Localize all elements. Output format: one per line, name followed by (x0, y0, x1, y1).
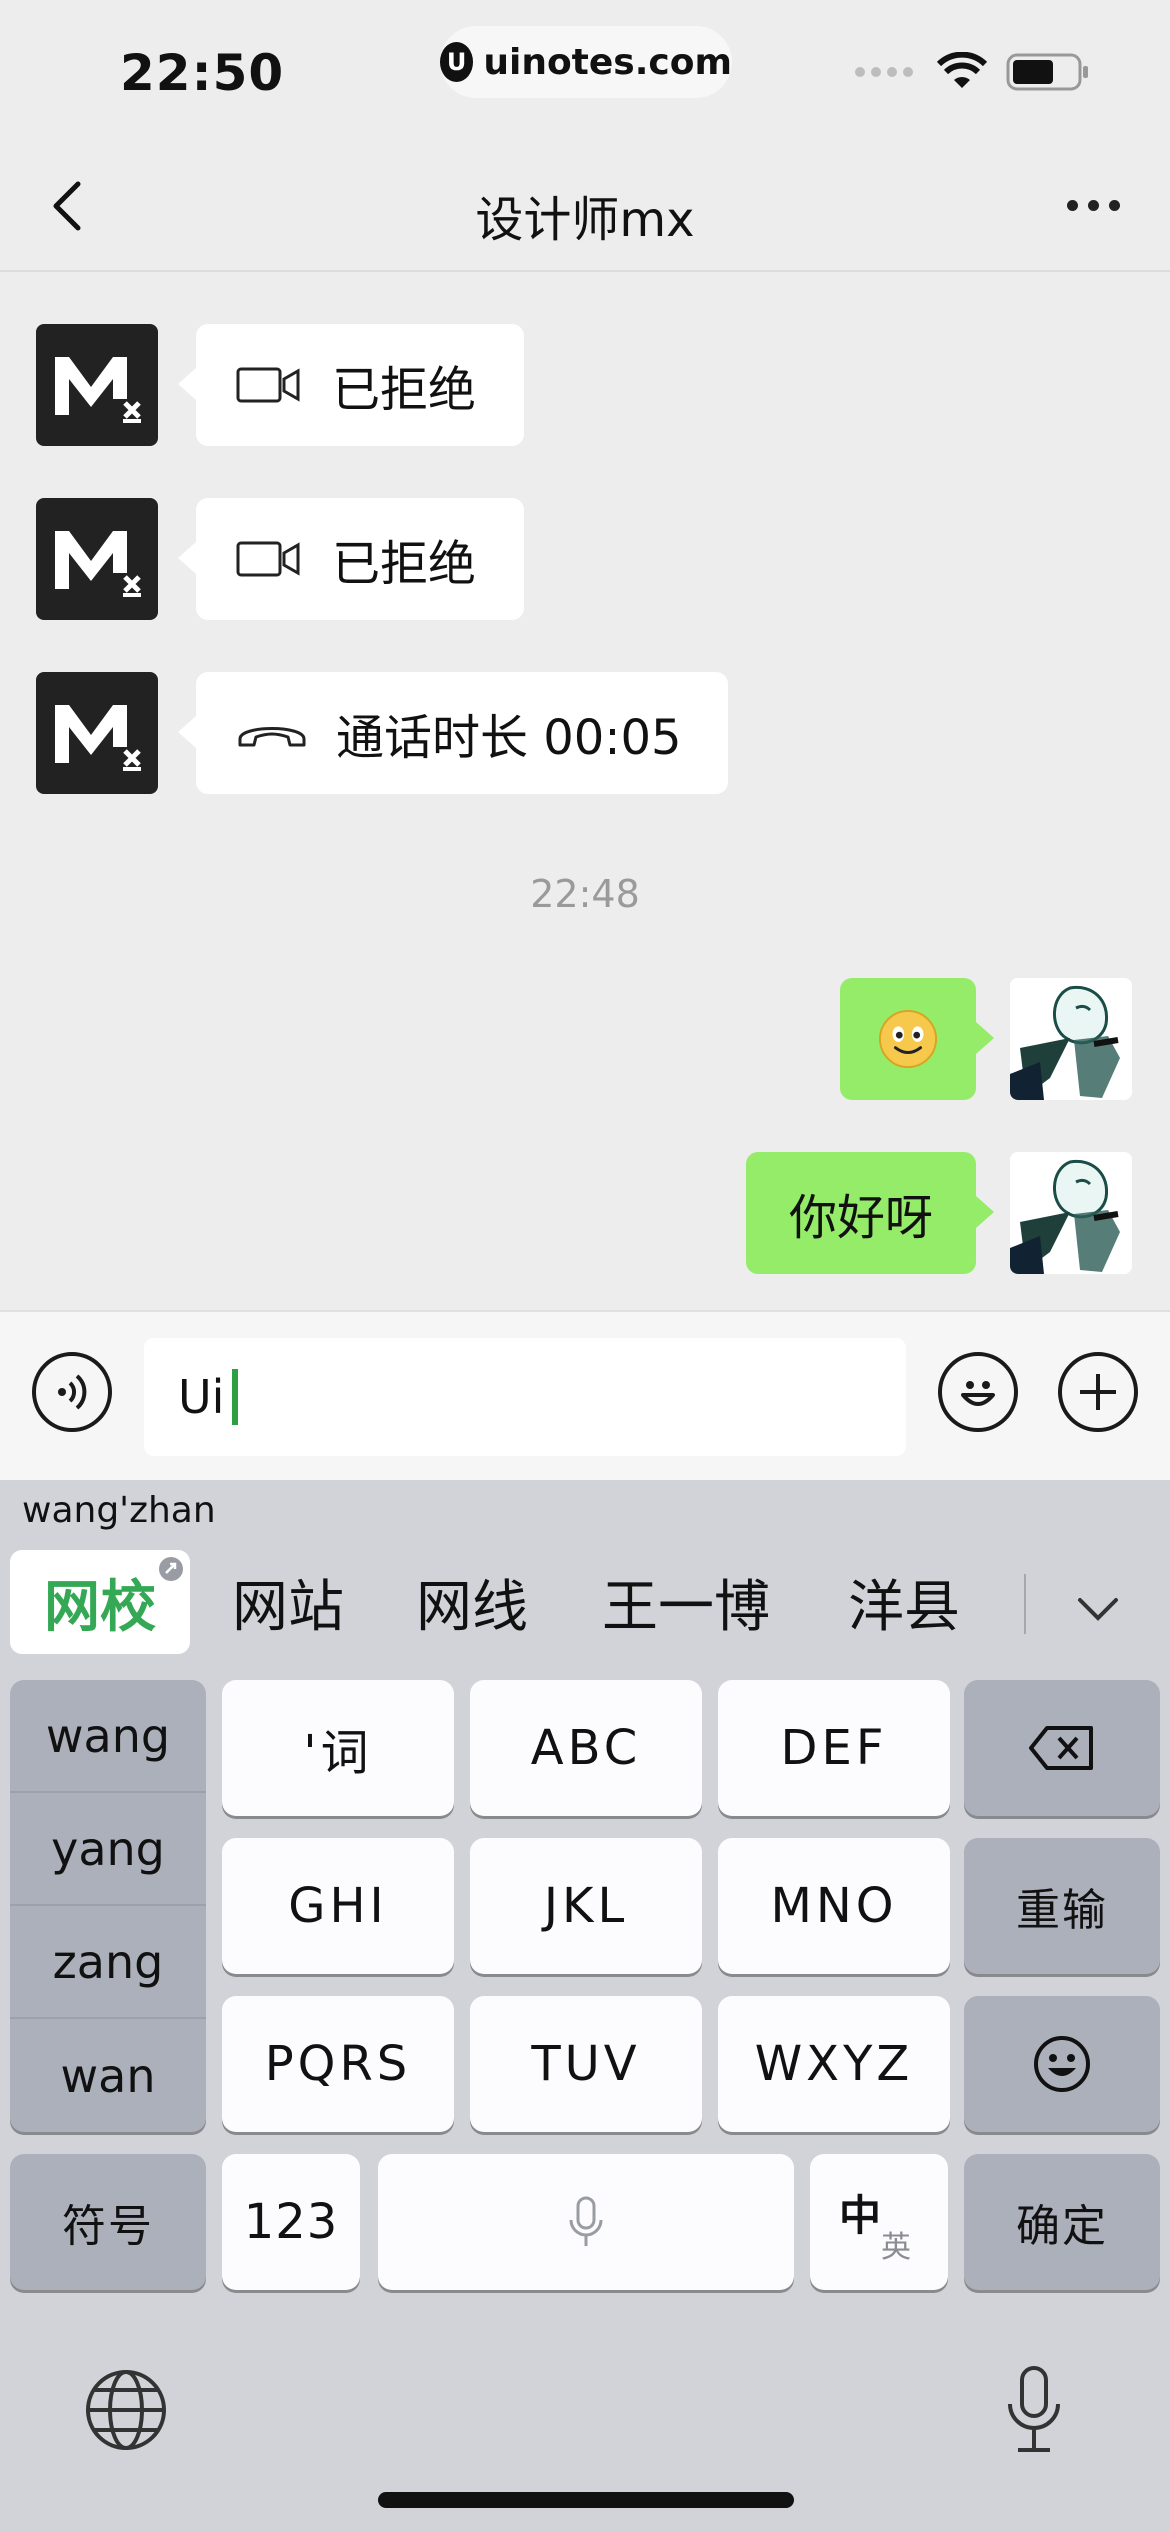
home-indicator[interactable] (378, 2492, 794, 2508)
symbols-key[interactable]: 符号 (10, 2154, 206, 2290)
message-input[interactable]: Ui (144, 1338, 906, 1456)
emoji-key[interactable] (964, 1996, 1160, 2132)
mx-logo-icon (55, 531, 141, 597)
candidate-divider (1024, 1574, 1026, 1634)
cloud-candidate-icon (159, 1557, 183, 1581)
backspace-key[interactable] (964, 1680, 1160, 1816)
space-key[interactable] (378, 2154, 794, 2290)
chat-timestamp: 22:48 (530, 872, 640, 916)
microphone-icon (569, 2196, 603, 2246)
my-avatar[interactable] (1010, 1152, 1132, 1274)
zh-en-switch-icon: 中 英 (839, 2191, 911, 2265)
video-call-icon (236, 367, 300, 403)
candidate-item[interactable]: 王一博 (602, 1550, 770, 1654)
anime-avatar-icon (1010, 978, 1132, 1100)
battery-icon (1006, 53, 1088, 91)
candidate-item[interactable]: 网站 (232, 1550, 344, 1654)
key-def[interactable]: DEF (718, 1680, 950, 1816)
contact-avatar[interactable] (36, 672, 158, 794)
candidate-item[interactable]: 洋县 (848, 1550, 960, 1654)
candidate-bar: 网校 网站 网线 王一博 洋县 (0, 1540, 1170, 1660)
message-row (36, 498, 158, 620)
expand-candidates-chevron-icon[interactable] (1070, 1580, 1126, 1636)
key-wxyz[interactable]: WXYZ (718, 1996, 950, 2132)
language-switch-key[interactable]: 中 英 (810, 2154, 948, 2290)
sent-text-bubble[interactable]: 你好呀 (746, 1152, 994, 1274)
message-input-bar: Ui (0, 1310, 1170, 1480)
pinyin-composition: wang'zhan (22, 1490, 216, 1531)
message-row (36, 672, 158, 794)
candidate-selected[interactable]: 网校 (10, 1550, 190, 1654)
key-pqrs[interactable]: PQRS (222, 1996, 454, 2132)
chat-title: 设计师mx (475, 192, 695, 248)
key-ghi[interactable]: GHI (222, 1838, 454, 1974)
sent-text: 你好呀 (788, 1190, 933, 1246)
call-duration-text: 通话时长 00:05 (336, 710, 682, 766)
more-options-icon[interactable] (1067, 200, 1120, 211)
voice-mode-button[interactable] (32, 1352, 112, 1432)
dictation-microphone-icon[interactable] (1004, 2364, 1064, 2456)
key-word-separator[interactable]: '词 (222, 1680, 454, 1816)
wifi-icon (936, 52, 988, 88)
call-bubble[interactable]: 已拒绝 (178, 324, 524, 446)
retype-key[interactable]: 重输 (964, 1838, 1160, 1974)
pinyin-options-list: wang yang zang wan (10, 1680, 206, 2132)
call-bubble[interactable]: 已拒绝 (178, 498, 524, 620)
mx-logo-icon (55, 357, 141, 423)
call-status-text: 已拒绝 (332, 536, 477, 592)
call-bubble[interactable]: 通话时长 00:05 (178, 672, 728, 794)
backspace-icon (1029, 1726, 1093, 1770)
status-icons (854, 52, 1090, 92)
sent-emoji-bubble[interactable] (840, 978, 994, 1100)
pinyin-keyboard: wang'zhan 网校 网站 网线 王一博 洋县 wang yang zang… (0, 1480, 1170, 2532)
pinyin-option[interactable]: yang (10, 1793, 206, 1906)
contact-avatar[interactable] (36, 324, 158, 446)
emoji-button[interactable] (938, 1352, 1018, 1432)
status-time: 22:50 (120, 44, 285, 102)
add-more-button[interactable] (1058, 1352, 1138, 1432)
contact-avatar[interactable] (36, 498, 158, 620)
pinyin-option[interactable]: wan (10, 2019, 206, 2132)
confirm-key[interactable]: 确定 (964, 2154, 1160, 2290)
text-cursor (232, 1369, 239, 1425)
call-status-text: 已拒绝 (332, 362, 477, 418)
url-text: uinotes.com (483, 41, 732, 83)
key-abc[interactable]: ABC (470, 1680, 702, 1816)
message-input-value: Ui (178, 1370, 225, 1424)
pinyin-option[interactable]: zang (10, 1906, 206, 2019)
key-mno[interactable]: MNO (718, 1838, 950, 1974)
mx-logo-icon (55, 705, 141, 771)
smile-emoji-icon (878, 1009, 938, 1069)
plus-icon (1080, 1374, 1116, 1410)
anime-avatar-icon (1010, 1152, 1132, 1274)
phone-hangup-icon (238, 727, 306, 747)
uinotes-logo-icon: U (440, 42, 474, 82)
video-call-icon (236, 541, 300, 577)
pinyin-option[interactable]: wang (10, 1680, 206, 1793)
candidate-item[interactable]: 网线 (416, 1550, 528, 1654)
key-jkl[interactable]: JKL (470, 1838, 702, 1974)
signal-icon (855, 67, 913, 77)
smiley-icon (961, 1381, 995, 1406)
url-pill[interactable]: U uinotes.com (440, 26, 732, 98)
globe-icon[interactable] (84, 2368, 168, 2452)
numbers-key[interactable]: 123 (222, 2154, 360, 2290)
my-avatar[interactable] (1010, 978, 1132, 1100)
chat-header: 设计师mx (0, 140, 1170, 272)
key-tuv[interactable]: TUV (470, 1996, 702, 2132)
voice-wave-icon (58, 1374, 87, 1410)
smiley-icon (1034, 2036, 1090, 2092)
message-row (36, 324, 158, 446)
status-bar: 22:50 U uinotes.com (0, 0, 1170, 140)
